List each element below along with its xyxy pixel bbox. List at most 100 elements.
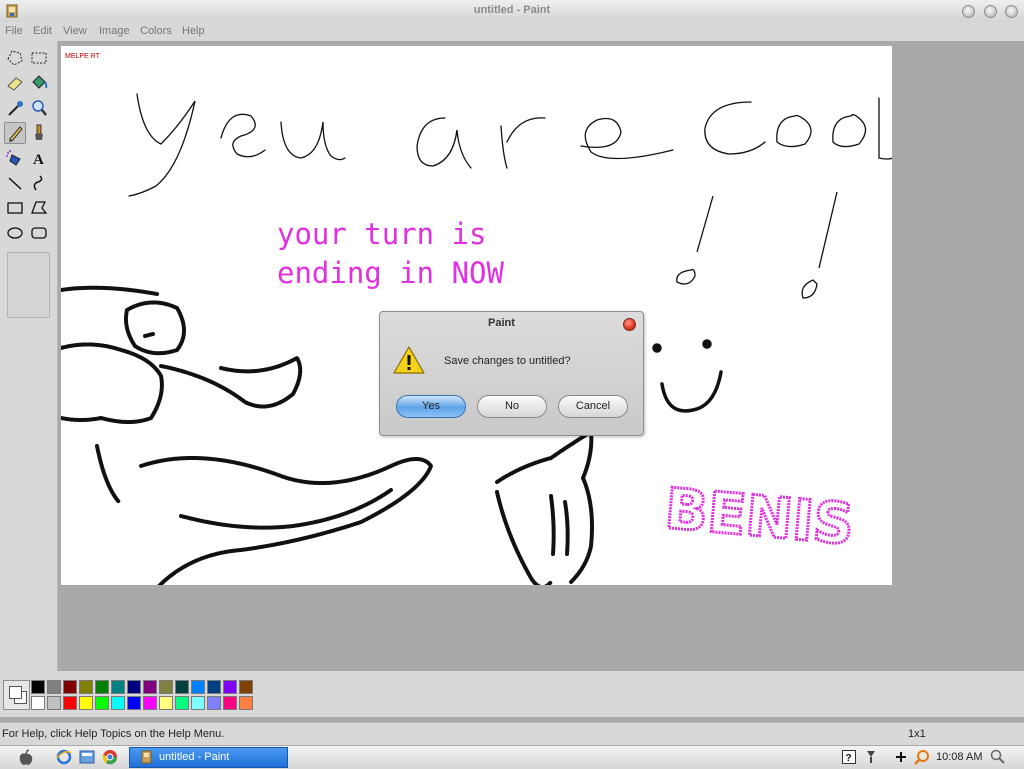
magnifier-tool[interactable] [28,97,50,119]
network-icon[interactable] [865,749,877,765]
tool-options-box[interactable] [7,252,50,318]
typed-text-line-2: ending in NOW [277,256,505,290]
curve-tool[interactable] [28,172,50,194]
line-tool[interactable] [4,172,26,194]
palette-swatch[interactable] [159,696,173,710]
warning-icon [393,346,425,374]
palette-swatch[interactable] [207,680,221,694]
taskbar-clock: 10:08 AM [936,751,983,763]
palette-swatch[interactable] [175,696,189,710]
palette-swatch[interactable] [79,680,93,694]
palette-swatch[interactable] [127,696,141,710]
taskbar-paint-label: untitled - Paint [159,751,230,763]
volume-icon[interactable] [914,749,930,765]
palette-swatch[interactable] [191,680,205,694]
rectangle-tool[interactable] [4,197,26,219]
palette-swatch[interactable] [239,680,253,694]
palette-swatch[interactable] [143,680,157,694]
palette-swatch[interactable] [31,696,45,710]
palette-swatch[interactable] [95,696,109,710]
no-button[interactable]: No [477,395,547,418]
palette-swatch[interactable] [239,696,253,710]
search-icon[interactable] [990,749,1006,765]
chrome-icon[interactable] [102,749,118,765]
benis-scribble-text: BENIS [662,477,856,558]
signature-text: MELPE RT [65,53,101,60]
rect-select-tool[interactable] [28,47,50,69]
exclamation-marks [676,191,838,299]
foreground-color-swatch[interactable] [9,686,22,699]
dialog-title: Paint [488,317,515,329]
palette-swatch[interactable] [207,696,221,710]
menu-colors[interactable]: Colors [140,25,172,37]
maximize-button[interactable] [984,5,997,18]
palette-swatch[interactable] [111,696,125,710]
ie-icon[interactable] [56,749,72,765]
toolbox: A [0,41,58,671]
airbrush-tool[interactable] [4,147,26,169]
yes-button[interactable]: Yes [396,395,466,418]
scribble-creature-drawing [61,285,434,585]
palette-swatch[interactable] [159,680,173,694]
menu-file[interactable]: File [5,25,23,37]
menu-image[interactable]: Image [99,25,130,37]
help-icon[interactable]: ? [842,750,856,764]
status-size: 1x1 [908,728,926,740]
status-help-text: For Help, click Help Topics on the Help … [2,728,225,740]
fill-tool[interactable] [28,72,50,94]
taskbar-paint-button[interactable]: untitled - Paint [129,747,288,768]
palette-swatch[interactable] [63,680,77,694]
polygon-tool[interactable] [28,197,50,219]
pencil-icon [9,126,23,142]
brush-tool[interactable] [28,122,50,144]
rounded-rectangle-icon [31,227,47,239]
taskbar: untitled - Paint ? 10:08 AM [0,745,1024,769]
palette-swatch[interactable] [111,680,125,694]
ellipse-tool[interactable] [4,222,26,244]
free-form-select-tool[interactable] [4,47,26,69]
palette-swatch[interactable] [223,680,237,694]
palette-swatch[interactable] [127,680,141,694]
polygon-icon [31,201,48,214]
eraser-tool[interactable] [4,72,26,94]
palette-swatch[interactable] [31,680,45,694]
palette-swatch[interactable] [79,696,93,710]
palette-swatch[interactable] [223,696,237,710]
text-icon: A [33,152,44,168]
rectangle-icon [7,202,23,214]
color-picker-tool[interactable] [4,97,26,119]
plus-icon[interactable] [895,750,907,764]
line-icon [8,177,22,190]
palette-swatch[interactable] [63,696,77,710]
palette-swatch[interactable] [175,680,189,694]
minimize-button[interactable] [962,5,975,18]
rect-select-icon [31,52,47,64]
svg-text:A: A [33,152,44,168]
svg-text:?: ? [846,753,852,764]
rounded-rectangle-tool[interactable] [28,222,50,244]
palette-swatch[interactable] [191,696,205,710]
menu-view[interactable]: View [63,25,87,37]
palette-swatch[interactable] [47,696,61,710]
brush-icon [35,124,43,140]
dialog-close-button[interactable] [623,318,636,331]
menu-edit[interactable]: Edit [33,25,52,37]
palette-swatch[interactable] [95,680,109,694]
typed-text-line-1: your turn is [277,217,487,251]
title-bar[interactable]: untitled - Paint [0,0,1024,23]
menu-help[interactable]: Help [182,25,205,37]
explorer-icon[interactable] [79,749,95,765]
palette-swatch[interactable] [143,696,157,710]
paint-bucket-icon [32,75,48,89]
pencil-tool[interactable] [4,122,26,144]
airbrush-icon [6,150,21,166]
close-button[interactable] [1005,5,1018,18]
palette-swatch[interactable] [47,680,61,694]
scribble-figure-drawing [495,428,594,585]
text-tool[interactable]: A [28,147,50,169]
cancel-button[interactable]: Cancel [558,395,628,418]
menu-bar: File Edit View Image Colors Help [0,22,1024,41]
current-colors-box[interactable] [3,680,30,710]
apple-icon[interactable] [18,749,34,766]
status-bar: For Help, click Help Topics on the Help … [0,722,1024,745]
